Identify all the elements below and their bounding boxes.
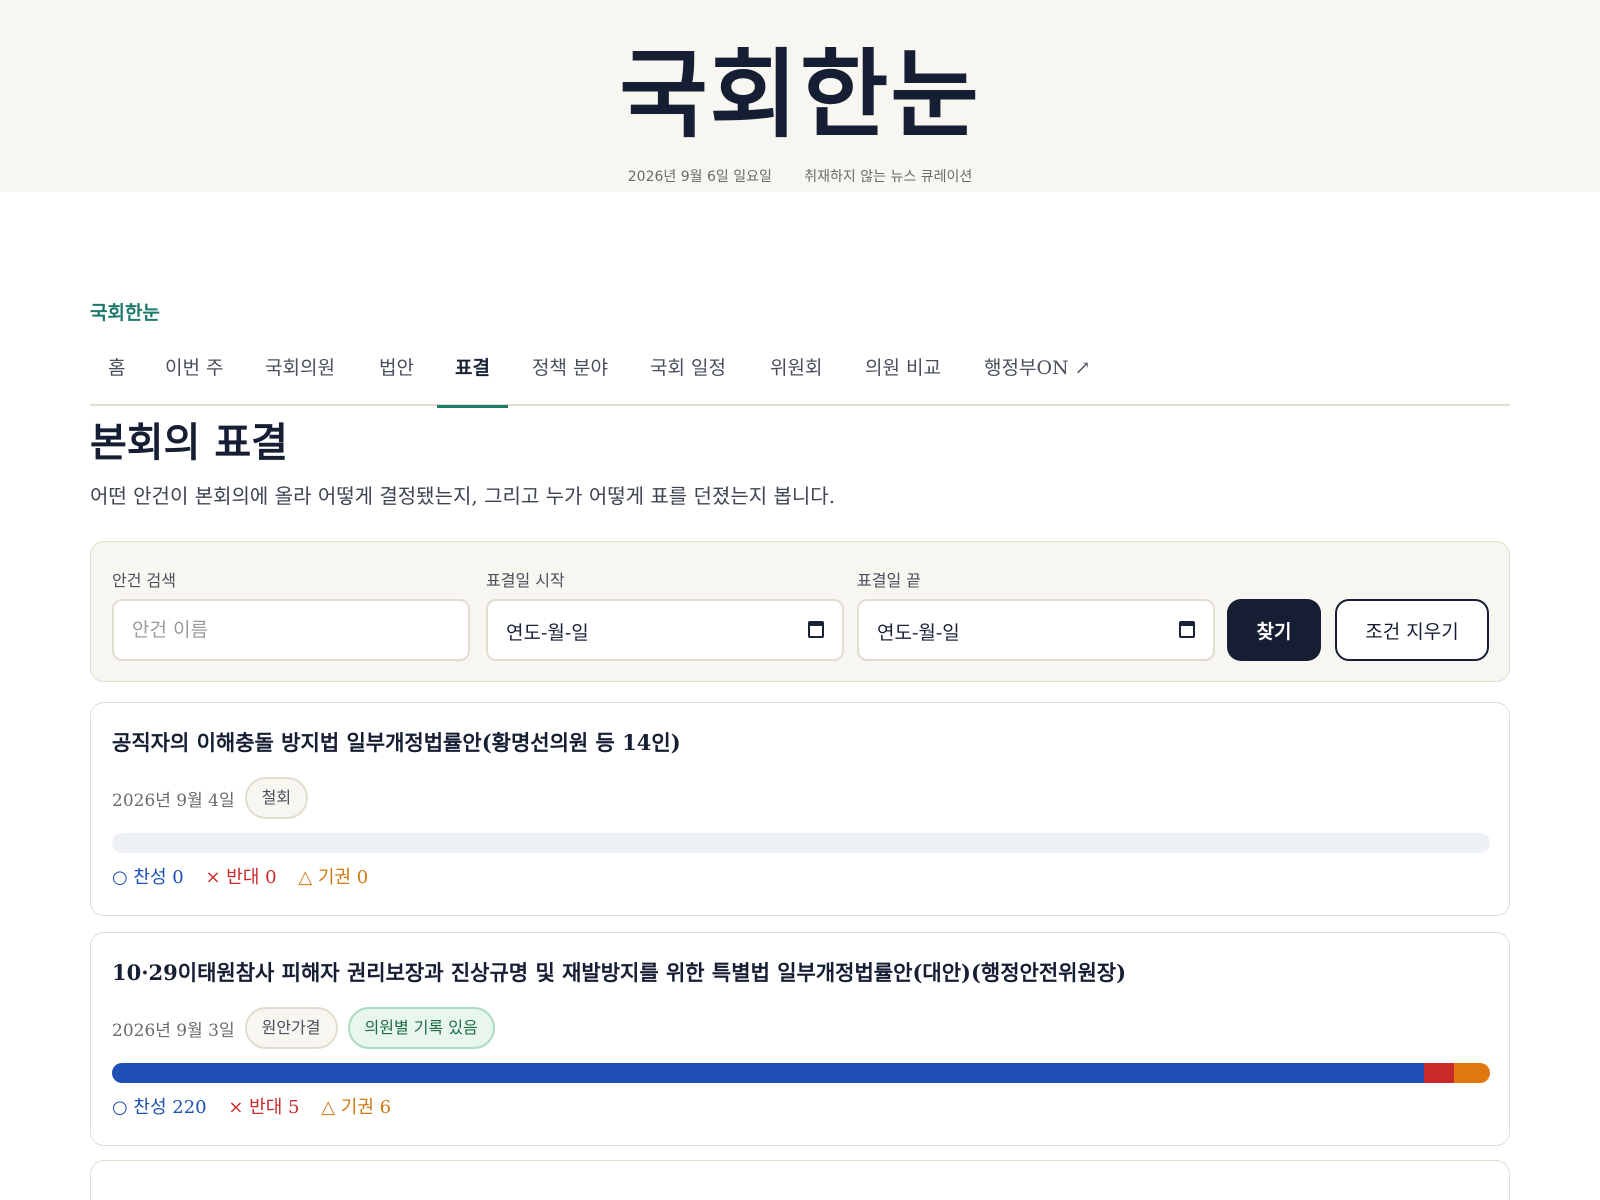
bar-segment-yes bbox=[112, 1063, 1425, 1083]
start-date-input[interactable]: 연도-월-일 bbox=[486, 599, 844, 661]
agenda-search-input[interactable] bbox=[112, 599, 470, 661]
vote-result-badge: 철회 bbox=[244, 777, 309, 819]
member-record-badge: 의원별 기록 있음 bbox=[347, 1007, 495, 1049]
vote-title[interactable]: 공직자의 이해충돌 방지법 일부개정법률안(황명선의원 등 14인) bbox=[112, 727, 681, 757]
masthead-subline: 2026년 9월 6일 일요일 취재하지 않는 뉴스 큐레이션 bbox=[0, 166, 1600, 186]
page-title: 본회의 표결 bbox=[90, 420, 288, 466]
vote-counts: ○ 찬성 220 × 반대 5 △ 기권 6 bbox=[112, 1093, 407, 1119]
nav-item-lawmakers[interactable]: 국회의원 bbox=[247, 354, 353, 406]
vote-card[interactable]: 공직자의 이해충돌 방지법 일부개정법률안(황명선의원 등 14인) 2026년… bbox=[90, 702, 1510, 916]
vote-card[interactable]: 10·29이태원참사 피해자 권리보장과 진상규명 및 재발방지를 위한 특별법… bbox=[90, 932, 1510, 1146]
nav-item-policy[interactable]: 정책 분야 bbox=[514, 354, 626, 406]
nav-item-committees[interactable]: 위원회 bbox=[752, 354, 840, 406]
masthead-date: 2026년 9월 6일 일요일 bbox=[627, 169, 772, 185]
vote-title[interactable]: 10·29이태원참사 피해자 권리보장과 진상규명 및 재발방지를 위한 특별법… bbox=[112, 957, 1126, 987]
bar-segment-abstain bbox=[1454, 1063, 1490, 1083]
nav-item-executive-external[interactable]: 행정부ON ↗ bbox=[966, 354, 1109, 406]
vote-distribution-bar bbox=[112, 833, 1490, 853]
start-date-value: 연도-월-일 bbox=[506, 622, 589, 644]
vote-counts: ○ 찬성 0 × 반대 0 △ 기권 0 bbox=[112, 863, 384, 889]
search-label: 안건 검색 bbox=[112, 571, 176, 590]
nav-item-bills[interactable]: 법안 bbox=[361, 354, 432, 406]
yes-count: ○ 찬성 0 bbox=[112, 867, 184, 888]
abstain-count: △ 기권 0 bbox=[298, 867, 369, 888]
page-description: 어떤 안건이 본회의에 올라 어떻게 결정됐는지, 그리고 누가 어떻게 표를 … bbox=[90, 484, 836, 508]
find-button[interactable]: 찾기 bbox=[1227, 599, 1321, 661]
bar-segment-no bbox=[1424, 1063, 1455, 1083]
clear-filters-button[interactable]: 조건 지우기 bbox=[1335, 599, 1489, 661]
end-date-label: 표결일 끝 bbox=[857, 571, 921, 590]
vote-date: 2026년 9월 3일 bbox=[112, 1020, 235, 1041]
vote-card[interactable] bbox=[90, 1160, 1510, 1200]
vote-meta: 2026년 9월 3일 원안가결 의원별 기록 있음 bbox=[112, 1007, 495, 1049]
yes-count: ○ 찬성 220 bbox=[112, 1097, 207, 1118]
vote-filter-panel: 안건 검색 표결일 시작 연도-월-일 표결일 끝 연도-월-일 찾기 조건 지… bbox=[90, 541, 1510, 682]
no-count: × 반대 5 bbox=[228, 1097, 300, 1118]
end-date-value: 연도-월-일 bbox=[877, 622, 960, 644]
vote-result-badge: 원안가결 bbox=[244, 1007, 338, 1049]
vote-meta: 2026년 9월 4일 철회 bbox=[112, 777, 309, 819]
main-nav: 홈 이번 주 국회의원 법안 표결 정책 분야 국회 일정 위원회 의원 비교 … bbox=[90, 342, 1510, 408]
masthead-title[interactable]: 국회한눈 bbox=[0, 40, 1600, 151]
end-date-input[interactable]: 연도-월-일 bbox=[857, 599, 1215, 661]
no-count: × 반대 0 bbox=[205, 867, 277, 888]
nav-item-home[interactable]: 홈 bbox=[90, 354, 143, 406]
start-date-label: 표결일 시작 bbox=[486, 571, 565, 590]
nav-item-schedule[interactable]: 국회 일정 bbox=[632, 354, 744, 406]
abstain-count: △ 기권 6 bbox=[321, 1097, 392, 1118]
nav-item-this-week[interactable]: 이번 주 bbox=[147, 354, 241, 406]
masthead-tagline: 취재하지 않는 뉴스 큐레이션 bbox=[804, 169, 973, 185]
vote-date: 2026년 9월 4일 bbox=[112, 790, 235, 811]
brand-link[interactable]: 국회한눈 bbox=[90, 298, 160, 325]
vote-distribution-bar bbox=[112, 1063, 1490, 1083]
nav-item-compare[interactable]: 의원 비교 bbox=[847, 354, 959, 406]
calendar-icon[interactable] bbox=[1179, 621, 1195, 638]
nav-item-votes[interactable]: 표결 bbox=[437, 354, 508, 408]
masthead: 국회한눈 2026년 9월 6일 일요일 취재하지 않는 뉴스 큐레이션 bbox=[0, 0, 1600, 192]
calendar-icon[interactable] bbox=[808, 621, 824, 638]
